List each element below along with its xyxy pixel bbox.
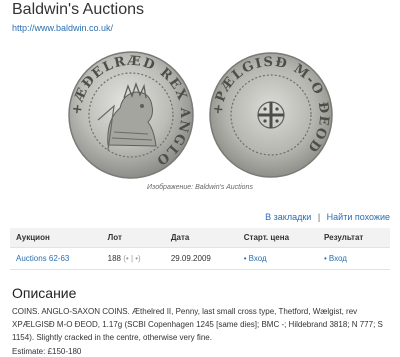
find-similar-link[interactable]: Найти похожие bbox=[327, 212, 390, 222]
bullet-icon: • bbox=[243, 254, 247, 263]
add-bookmark-link[interactable]: В закладки bbox=[265, 212, 311, 222]
lot-cell: 188 (• | •) bbox=[101, 247, 165, 270]
table-row: Auctions 62-63 188 (• | •) 29.09.2009 • В… bbox=[10, 247, 390, 270]
image-caption: Изображение: Baldwin's Auctions bbox=[147, 184, 253, 191]
lot-navigation[interactable]: (• | •) bbox=[123, 254, 140, 263]
page-title: Baldwin's Auctions bbox=[12, 1, 145, 18]
auction-house-link[interactable]: http://www.baldwin.co.uk/ bbox=[12, 22, 113, 34]
description-text: COINS. ANGLO-SAXON COINS. Æthelred II, P… bbox=[12, 307, 383, 342]
auction-results-table: Аукцион Лот Дата Старт. цена Результат A… bbox=[10, 228, 390, 270]
date-cell: 29.09.2009 bbox=[164, 247, 238, 270]
start-price-cell: • Вход bbox=[237, 247, 319, 270]
lot-actions: В закладки | Найти похожие bbox=[265, 211, 390, 223]
coin-image[interactable]: +ÆÐELRÆD REX ANGLO +PÆLGISÐ M-O ÐEOD bbox=[68, 50, 338, 180]
description-heading: Описание bbox=[12, 285, 77, 301]
coin-photo: +ÆÐELRÆD REX ANGLO +PÆLGISÐ M-O ÐEOD bbox=[68, 51, 333, 179]
column-header-date: Дата bbox=[164, 228, 238, 248]
column-header-start-price: Старт. цена bbox=[237, 228, 319, 248]
auction-cell: Auctions 62-63 bbox=[10, 247, 102, 270]
result-login-link[interactable]: Вход bbox=[329, 254, 347, 263]
bullet-icon: • bbox=[324, 254, 327, 263]
coin-reverse: +PÆLGISÐ M-O ÐEOD bbox=[209, 52, 333, 178]
column-header-result: Результат bbox=[318, 228, 390, 248]
column-header-auction: Аукцион bbox=[10, 228, 102, 248]
coin-obverse: +ÆÐELRÆD REX ANGLO bbox=[68, 51, 194, 179]
estimate-text: Estimate: £150-180 bbox=[12, 347, 82, 356]
column-header-lot: Лот bbox=[101, 228, 165, 248]
result-cell: • Вход bbox=[318, 247, 390, 270]
auction-link[interactable]: Auctions 62-63 bbox=[16, 254, 69, 263]
actions-separator: | bbox=[317, 212, 321, 222]
start-price-login-link[interactable]: Вход bbox=[249, 254, 267, 263]
lot-number: 188 bbox=[107, 254, 122, 263]
table-header-row: Аукцион Лот Дата Старт. цена Результат bbox=[10, 228, 390, 248]
